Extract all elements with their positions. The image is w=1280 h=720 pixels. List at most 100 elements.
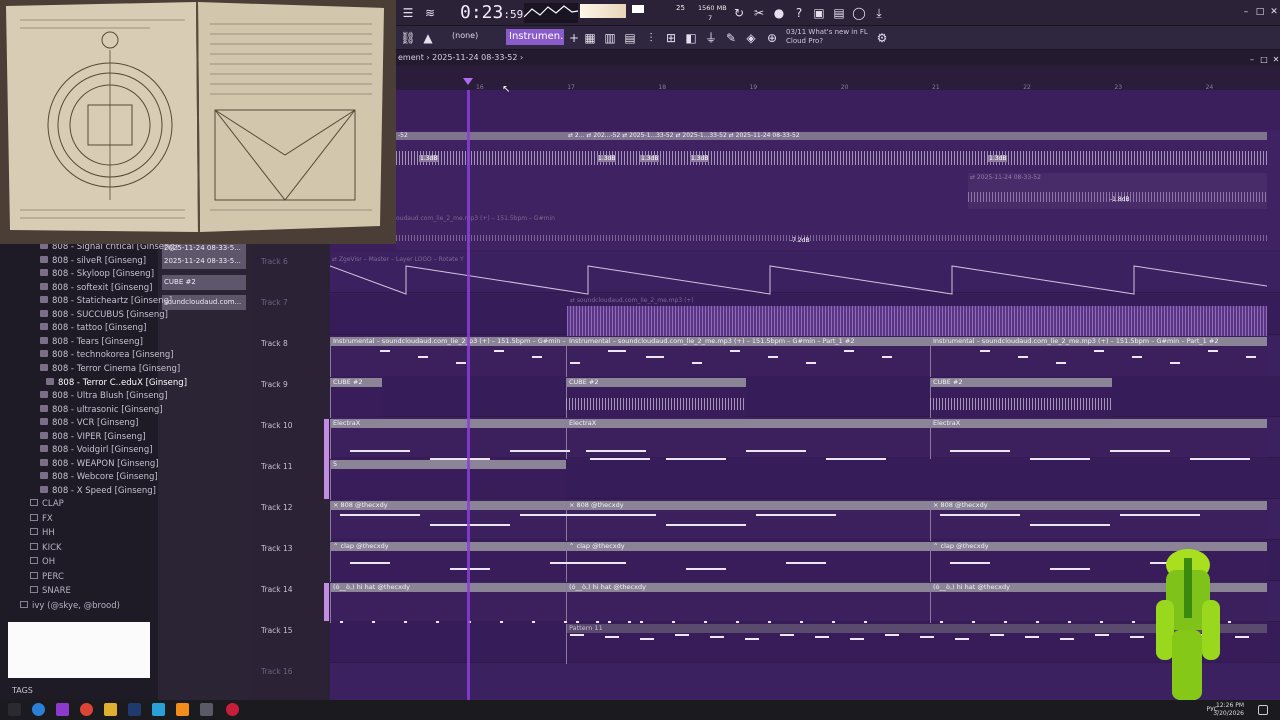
add-pattern-icon[interactable]: +	[566, 30, 582, 46]
song-time-display[interactable]: 0:23:59	[460, 2, 523, 23]
audio-clip-label[interactable]: ⇄ soundcloudaud.com_lie_2_me.mp3 (+)	[570, 297, 694, 304]
pattern-clip-electrax[interactable]: ElectraX	[930, 419, 1267, 459]
photoshop-icon[interactable]	[128, 703, 141, 716]
settings-icon[interactable]: ⚙	[874, 30, 890, 46]
browser-item[interactable]: 808 - WEAPON [Ginseng]	[40, 458, 159, 469]
pattern-clip-808[interactable]: × 808 @thecxdy	[930, 501, 1267, 541]
playhead[interactable]	[467, 80, 470, 700]
browser-item[interactable]: 808 - Terror C..eduX [Ginseng]	[46, 377, 187, 388]
snap-icon[interactable]: ✂	[751, 5, 767, 21]
playlist-icon[interactable]: ▦	[582, 30, 598, 46]
pattern-clip-electrax[interactable]: ElectraX	[330, 419, 566, 459]
cart-icon[interactable]: ⊕	[764, 30, 780, 46]
wave-icon[interactable]: ≋	[422, 5, 438, 21]
browser-item[interactable]: 808 - silveR [Ginseng]	[40, 255, 146, 266]
pattern-clip-808[interactable]: × 808 @thecxdy	[566, 501, 930, 541]
browser-item[interactable]: 808 - VIPER [Ginseng]	[40, 431, 146, 442]
track-label-7[interactable]: Track 7	[261, 298, 288, 307]
speaker-icon[interactable]: ◈	[743, 30, 759, 46]
track-label-12[interactable]: Track 12	[261, 503, 293, 512]
refresh-icon[interactable]: ↻	[731, 5, 747, 21]
telegram-icon[interactable]	[152, 703, 165, 716]
browser-folder[interactable]: SNARE	[30, 586, 71, 596]
pattern-selector[interactable]: (none)	[452, 31, 478, 40]
notification-icon[interactable]	[1258, 705, 1268, 715]
browser-folder[interactable]: HH	[30, 528, 55, 538]
pattern-name-field[interactable]: Instrumen...#2	[506, 29, 564, 45]
pattern-clip-808[interactable]: × 808 @thecxdy	[330, 501, 566, 541]
browser-item[interactable]: 808 - Tears [Ginseng]	[40, 336, 143, 347]
track-label-6[interactable]: Track 6	[261, 257, 288, 266]
audio-clip-header[interactable]: -52	[396, 132, 566, 140]
fl-studio-icon[interactable]	[176, 703, 189, 716]
pattern-clip[interactable]: Instrumental – soundcloudaud.com_lie_2_p…	[330, 337, 566, 377]
track-lane-16[interactable]	[330, 663, 1280, 704]
track-label-13[interactable]: Track 13	[261, 544, 293, 553]
mixer-channel-icon[interactable]: ⫶	[643, 30, 659, 46]
track-label-8[interactable]: Track 8	[261, 339, 288, 348]
picker-item[interactable]: 2025-11-24 08-33-5...	[162, 254, 246, 269]
channel-rack-icon[interactable]: ▤	[622, 30, 638, 46]
plug-icon[interactable]: ⏚	[703, 30, 719, 46]
chat-icon[interactable]: ◯	[851, 5, 867, 21]
folder-icon[interactable]	[104, 703, 117, 716]
track-lane-9[interactable]	[330, 376, 1280, 417]
browser-item[interactable]: 808 - VCR [Ginseng]	[40, 418, 138, 428]
pattern-clip-hihat[interactable]: (ó__ò,) hi hat @thecxdy	[566, 583, 930, 623]
browser-icon[interactable]: ⊞	[663, 30, 679, 46]
pattern-clip[interactable]: Instrumental – soundcloudaud.com_lie_2_m…	[566, 337, 930, 377]
browser-item[interactable]: 808 - Terror Cinema [Ginseng]	[40, 363, 180, 374]
app-icon[interactable]	[200, 703, 213, 716]
news-panel[interactable]: 03/11 What's new in FL Cloud Pro?	[786, 28, 868, 46]
browser-item[interactable]: 808 - technokorea [Ginseng]	[40, 350, 174, 360]
stamp-icon[interactable]: ▲	[420, 30, 436, 46]
mic-icon[interactable]: ●	[771, 5, 787, 21]
system-clock[interactable]: 12:26 PM 3/20/2026	[1213, 702, 1244, 718]
browser-item[interactable]: 808 - Ultra Blush [Ginseng]	[40, 391, 168, 401]
track-label-14[interactable]: Track 14	[261, 585, 293, 594]
track-label-15[interactable]: Track 15	[261, 626, 293, 635]
obs-icon[interactable]	[226, 703, 239, 716]
audio-clip-waveform[interactable]	[567, 306, 1267, 336]
tempo-value[interactable]: 25	[676, 4, 685, 12]
browser-item[interactable]: 808 - tattoo [Ginseng]	[40, 323, 146, 333]
track-label-16[interactable]: Track 16	[261, 667, 293, 676]
pattern-clip-hihat[interactable]: (ó__ò,) hi hat @thecxdy	[330, 583, 566, 623]
browser-item[interactable]: 808 - ultrasonic [Ginseng]	[40, 404, 163, 415]
pattern-clip[interactable]: Instrumental – soundcloudaud.com_lie_2_m…	[930, 337, 1267, 377]
tags-label[interactable]: TAGS	[12, 686, 33, 695]
mixer-icon[interactable]: ▤	[831, 5, 847, 21]
pattern-clip-electrax[interactable]: ElectraX	[566, 419, 930, 459]
pattern-clip[interactable]: 5	[330, 460, 566, 500]
playlist-breadcrumb[interactable]: ement › 2025-11-24 08-33-52 ›	[396, 50, 1280, 66]
browser-item[interactable]: 808 - X Speed [Ginseng]	[40, 485, 156, 496]
timeline-ruler[interactable]	[396, 66, 1280, 90]
picker-item[interactable]: soundcloudaud.com...	[162, 295, 246, 310]
close-icon[interactable]: ✕	[1266, 4, 1280, 20]
browser-item[interactable]: 808 - Voidgirl [Ginseng]	[40, 445, 153, 455]
audio-clip-header-row[interactable]: ⇄ 2... ⇄ 202...-52 ⇄ 2025-1...33-52 ⇄ 20…	[566, 132, 1267, 140]
track-label-11[interactable]: Track 11	[261, 462, 293, 471]
chrome-icon[interactable]	[80, 703, 93, 716]
browser-item[interactable]: 808 - Staticheartz [Ginseng]	[40, 296, 172, 306]
save-icon[interactable]: ▣	[811, 5, 827, 21]
pattern-clip-cube[interactable]: CUBE #2	[330, 378, 382, 418]
download-icon[interactable]: ⤓	[871, 5, 887, 21]
plugin-icon[interactable]: ◧	[683, 30, 699, 46]
piano-roll-icon[interactable]: ▥	[602, 30, 618, 46]
picker-item[interactable]: CUBE #2	[162, 275, 246, 290]
help-icon[interactable]: ?	[791, 5, 807, 21]
browser-folder[interactable]: PERC	[30, 571, 64, 582]
browser-item[interactable]: 808 - Webcore [Ginseng]	[40, 472, 158, 482]
menu-icon[interactable]: ☰	[400, 5, 416, 21]
playhead-marker[interactable]	[463, 78, 473, 85]
browser-item[interactable]: 808 - SUCCUBUS [Ginseng]	[40, 309, 168, 320]
tool-icon[interactable]: ✎	[723, 30, 739, 46]
start-icon[interactable]	[8, 703, 21, 716]
app-icon[interactable]	[56, 703, 69, 716]
browser-item[interactable]: 808 - softexit [Ginseng]	[40, 282, 152, 293]
browser-folder[interactable]: KICK	[30, 542, 62, 553]
browser-item[interactable]: 808 - Skyloop [Ginseng]	[40, 269, 154, 279]
browser-root-folder[interactable]: ivy (@skye, @brood)	[20, 601, 120, 611]
browser-folder[interactable]: OH	[30, 557, 55, 567]
